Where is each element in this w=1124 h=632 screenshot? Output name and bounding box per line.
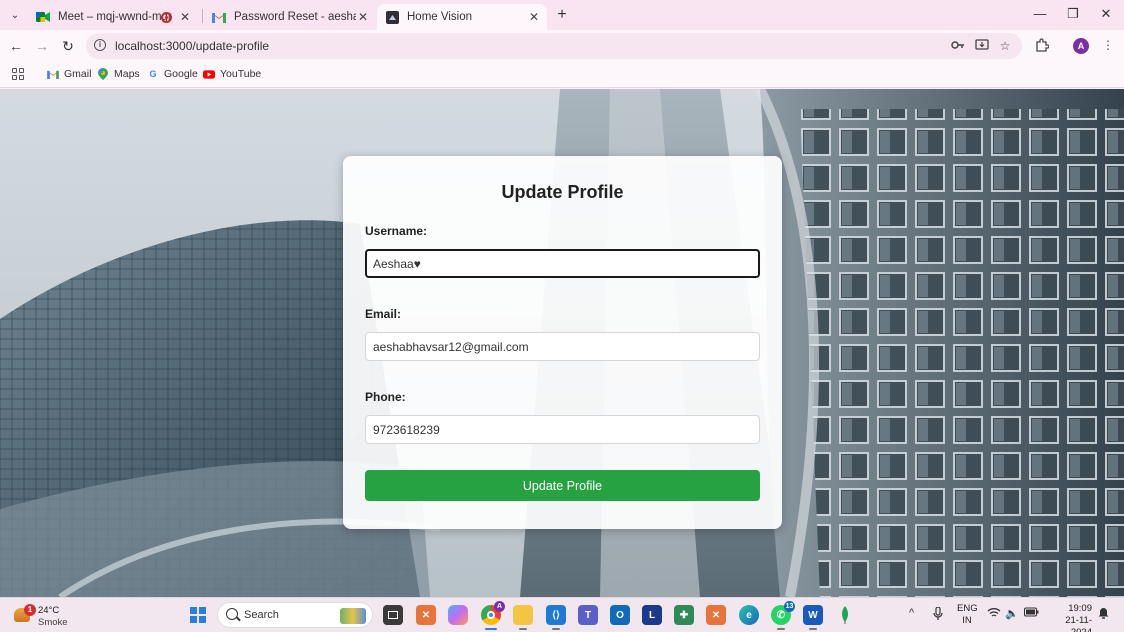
forward-arrow-icon[interactable]: → [33, 37, 51, 55]
clock-date: 21-11-2024 [1065, 615, 1092, 632]
update-profile-button[interactable]: Update Profile [365, 470, 760, 501]
tab-title: Password Reset - aeshabhavsar [234, 11, 356, 23]
clock-time: 19:09 [1068, 603, 1092, 614]
phone-label: Phone: [365, 390, 406, 404]
tab-home-vision[interactable]: Home Vision ✕ [377, 4, 547, 30]
search-highlight-icon [340, 608, 366, 624]
update-profile-card: Update Profile Username: Email: Phone: U… [343, 156, 782, 529]
phone-input[interactable] [365, 415, 760, 444]
close-tab-icon[interactable]: ✕ [529, 10, 539, 24]
close-window-icon[interactable]: ✕ [1096, 6, 1116, 22]
tab-title: Meet – mqj-wwnd-mgr [58, 11, 172, 23]
gmail-icon [47, 68, 59, 80]
bookmark-star-icon[interactable]: ☆ [997, 39, 1013, 53]
back-arrow-icon[interactable]: ← [7, 37, 25, 55]
xampp-control-icon[interactable]: ✕ [706, 605, 726, 625]
speaker-icon[interactable]: 🔈 [1005, 607, 1019, 620]
google-meet-icon [36, 10, 50, 24]
vscode-icon[interactable]: ⟨⟩ [546, 605, 566, 630]
l-app-icon[interactable]: L [642, 605, 662, 625]
system-clock[interactable]: 19:09 21-11-2024 [1046, 603, 1092, 632]
new-tab-button[interactable]: + [553, 6, 571, 24]
bookmark-label: YouTube [220, 68, 262, 80]
task-view-icon[interactable] [383, 605, 403, 625]
youtube-icon [203, 68, 215, 80]
password-key-icon[interactable] [950, 39, 966, 53]
apps-grid-icon[interactable] [12, 68, 24, 80]
minimize-icon[interactable]: — [1030, 6, 1050, 21]
bookmark-gmail[interactable]: Gmail [47, 68, 91, 80]
tab-search-chevron-icon[interactable]: ⌄ [6, 6, 24, 24]
gmail-icon [212, 10, 226, 24]
tab-meet[interactable]: Meet – mqj-wwnd-mgr ✕ [28, 4, 198, 30]
show-hidden-icons-chevron[interactable]: ^ [909, 607, 914, 619]
close-tab-icon[interactable]: ✕ [180, 10, 190, 24]
copilot-icon[interactable] [448, 605, 468, 625]
windows-start-icon[interactable] [190, 607, 206, 623]
weather-widget[interactable]: 1 24°C Smoke [12, 602, 72, 628]
more-menu-icon[interactable]: ⋮ [1100, 38, 1116, 52]
notification-badge: 1 [24, 604, 36, 616]
bookmark-label: Gmail [64, 68, 92, 80]
tab-divider [202, 9, 203, 23]
email-input[interactable] [365, 332, 760, 361]
taskbar-search[interactable]: Search [217, 602, 373, 628]
word-icon[interactable]: W [803, 605, 823, 630]
username-label: Username: [365, 224, 428, 238]
notifications-bell-icon[interactable] [1098, 607, 1109, 622]
site-info-icon[interactable]: i [94, 39, 106, 51]
wifi-icon[interactable] [987, 607, 1001, 621]
bookmark-label: Google [164, 68, 198, 80]
game-app-icon[interactable]: ✚ [674, 605, 694, 625]
restore-icon[interactable]: ❐ [1063, 6, 1083, 22]
language-code: ENG [957, 603, 978, 614]
tab-title: Home Vision [407, 11, 472, 23]
whatsapp-badge: 13 [784, 601, 795, 612]
chrome-icon[interactable]: A [481, 601, 505, 630]
weather-temperature: 24°C [38, 605, 60, 616]
extensions-icon[interactable] [1034, 38, 1050, 52]
teams-icon[interactable]: T [578, 605, 598, 625]
search-label: Search [244, 609, 279, 621]
region-code: IN [962, 615, 972, 626]
microphone-icon[interactable] [933, 606, 943, 623]
mongodb-compass-icon[interactable] [835, 605, 855, 625]
windows-taskbar: 1 24°C Smoke Search ✕ A ⟨⟩ T O L ✚ ✕ e ✆… [0, 597, 1124, 632]
bookmarks-bar: Gmail Maps G Google YouTube [0, 62, 1124, 88]
google-icon: G [149, 69, 157, 79]
email-label: Email: [365, 307, 402, 321]
bookmark-youtube[interactable]: YouTube [203, 68, 261, 80]
maps-icon [97, 68, 109, 80]
bookmark-google[interactable]: G Google [147, 68, 198, 80]
form-title: Update Profile [501, 182, 624, 202]
weather-description: Smoke [38, 617, 68, 628]
install-app-icon[interactable] [974, 39, 990, 53]
browser-toolbar: ← → ↻ i localhost:3000/update-profile ☆ … [0, 30, 1124, 62]
battery-icon[interactable] [1023, 607, 1039, 620]
outlook-icon[interactable]: O [610, 605, 630, 625]
close-tab-icon[interactable]: ✕ [358, 10, 368, 24]
search-icon [226, 608, 238, 620]
xampp-icon[interactable]: ✕ [416, 605, 436, 625]
tab-password-reset[interactable]: Password Reset - aeshabhavsar ✕ [204, 4, 376, 30]
profile-avatar[interactable]: A [1073, 38, 1089, 54]
whatsapp-icon[interactable]: ✆ 13 [771, 601, 795, 630]
url-text[interactable]: localhost:3000/update-profile [115, 39, 269, 53]
site-favicon [385, 10, 399, 24]
page-viewport: Update Profile Username: Email: Phone: U… [0, 89, 1124, 597]
address-bar[interactable]: i localhost:3000/update-profile ☆ [86, 33, 1022, 59]
recording-icon [161, 11, 172, 23]
tab-strip: ⌄ Meet – mqj-wwnd-mgr ✕ Password Reset -… [0, 0, 1124, 30]
bookmark-maps[interactable]: Maps [97, 68, 140, 80]
username-input[interactable] [365, 249, 760, 278]
reload-icon[interactable]: ↻ [59, 37, 77, 55]
language-indicator[interactable]: ENG IN [957, 603, 978, 627]
edge-icon[interactable]: e [739, 605, 759, 625]
bookmark-label: Maps [114, 68, 140, 80]
file-explorer-icon[interactable] [513, 605, 533, 630]
